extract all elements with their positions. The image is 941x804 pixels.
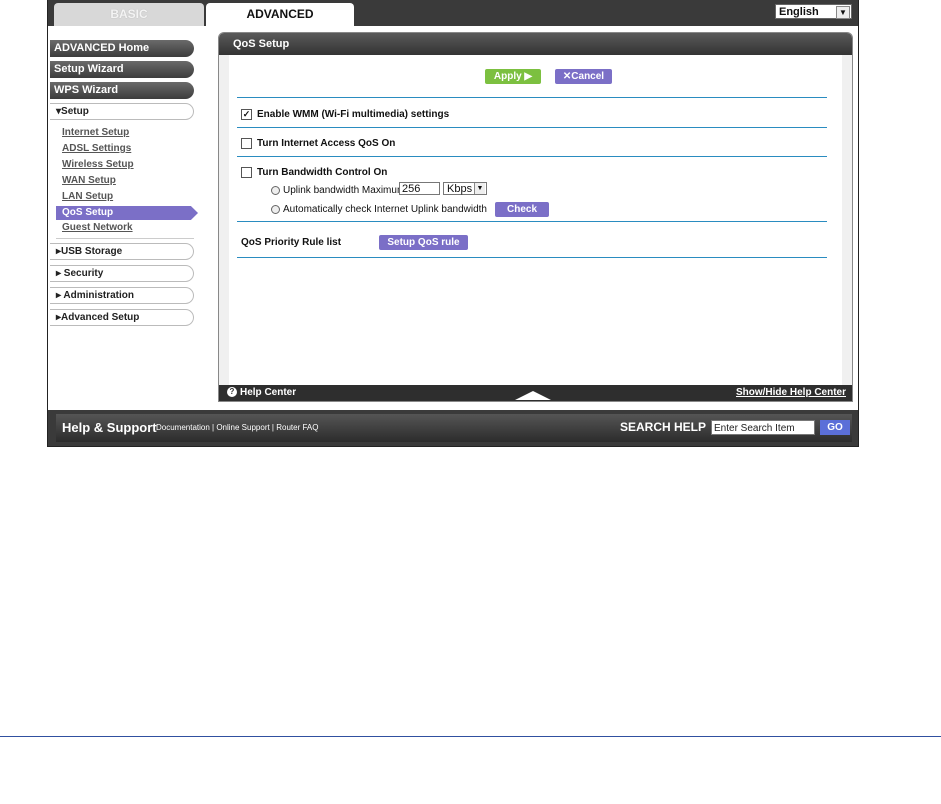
language-value: English <box>779 6 819 18</box>
sidebar-item-lan-setup[interactable]: LAN Setup <box>62 191 113 202</box>
footer-links[interactable]: Documentation | Online Support | Router … <box>156 423 318 432</box>
sidebar-item-wireless-setup[interactable]: Wireless Setup <box>62 159 134 170</box>
internet-qos-row: Turn Internet Access QoS On <box>241 138 395 149</box>
tab-basic[interactable]: BASIC <box>54 3 204 26</box>
sidebar-item-advanced-home[interactable]: ADVANCED Home <box>50 40 194 57</box>
sidebar-item-internet-setup[interactable]: Internet Setup <box>62 127 129 138</box>
sidebar-section-usb-storage[interactable]: ▸USB Storage <box>50 243 194 260</box>
qos-setup-panel: QoS Setup Apply ▶ ✕Cancel ✓ Enable WMM (W… <box>218 32 853 402</box>
uplink-radio[interactable] <box>271 185 280 195</box>
sidebar-item-wps-wizard[interactable]: WPS Wizard <box>50 82 194 99</box>
sidebar-item-guest-network[interactable]: Guest Network <box>62 222 133 233</box>
sidebar-section-administration[interactable]: ▸ Administration <box>50 287 194 304</box>
page-divider <box>0 736 941 737</box>
help-center-label[interactable]: Help Center <box>240 387 296 398</box>
auto-check-row: Automatically check Internet Uplink band… <box>271 204 487 215</box>
search-input[interactable]: Enter Search Item <box>711 420 815 435</box>
show-hide-help-link[interactable]: Show/Hide Help Center <box>736 385 846 401</box>
sidebar-section-security[interactable]: ▸ Security <box>50 265 194 282</box>
sidebar-item-wan-setup[interactable]: WAN Setup <box>62 175 116 186</box>
chevron-down-icon: ▼ <box>836 6 850 19</box>
wmm-row: ✓ Enable WMM (Wi-Fi multimedia) settings <box>241 109 449 120</box>
internet-qos-checkbox[interactable] <box>241 138 252 149</box>
divider <box>237 257 827 258</box>
language-select[interactable]: English ▼ <box>775 4 852 19</box>
cancel-button[interactable]: ✕Cancel <box>555 69 612 84</box>
sidebar-item-adsl-settings[interactable]: ADSL Settings <box>62 143 131 154</box>
divider <box>237 127 827 128</box>
auto-check-radio[interactable] <box>271 204 280 214</box>
apply-button[interactable]: Apply ▶ <box>485 69 541 84</box>
help-icon: ? <box>227 387 237 398</box>
divider <box>56 238 194 239</box>
go-button[interactable]: GO <box>820 420 850 435</box>
uplink-row: Uplink bandwidth Maximum <box>271 185 405 196</box>
divider <box>237 97 827 98</box>
help-support-bar: Help & Support Documentation | Online Su… <box>56 414 852 442</box>
tab-advanced[interactable]: ADVANCED <box>206 3 354 26</box>
divider <box>237 221 827 222</box>
bandwidth-control-checkbox[interactable] <box>241 167 252 178</box>
search-help-label: SEARCH HELP <box>620 420 707 434</box>
expand-arrow-icon[interactable] <box>515 391 551 400</box>
help-center-bar: ? Help Center Show/Hide Help Center <box>219 385 852 401</box>
top-tab-bar: BASIC ADVANCED English ▼ <box>48 0 858 26</box>
page-title: QoS Setup <box>219 33 852 55</box>
bandwidth-control-label: Turn Bandwidth Control On <box>257 167 388 179</box>
sidebar-section-setup[interactable]: ▾Setup <box>50 103 194 120</box>
priority-list-label: QoS Priority Rule list <box>241 237 342 248</box>
uplink-unit-value: Kbps <box>447 183 473 195</box>
auto-check-label: Automatically check Internet Uplink band… <box>283 204 487 215</box>
chevron-down-icon: ▼ <box>474 183 485 194</box>
uplink-label: Uplink bandwidth Maximum <box>283 185 406 196</box>
footer: Help & Support Documentation | Online Su… <box>48 410 858 446</box>
internet-qos-label: Turn Internet Access QoS On <box>257 138 396 150</box>
bandwidth-control-row: Turn Bandwidth Control On <box>241 167 387 178</box>
panel-content: Apply ▶ ✕Cancel ✓ Enable WMM (Wi-Fi multi… <box>229 55 842 385</box>
check-button[interactable]: Check <box>495 202 549 217</box>
sidebar-item-qos-setup[interactable]: QoS Setup <box>56 206 198 220</box>
wmm-checkbox[interactable]: ✓ <box>241 109 252 120</box>
uplink-bandwidth-input[interactable]: 256 <box>399 182 440 195</box>
sidebar-section-advanced-setup[interactable]: ▸Advanced Setup <box>50 309 194 326</box>
wmm-label: Enable WMM (Wi-Fi multimedia) settings <box>257 109 450 121</box>
sidebar-item-setup-wizard[interactable]: Setup Wizard <box>50 61 194 78</box>
uplink-unit-select[interactable]: Kbps ▼ <box>443 182 487 195</box>
setup-qos-rule-button[interactable]: Setup QoS rule <box>379 235 468 250</box>
router-admin-window: BASIC ADVANCED English ▼ ADVANCED Home S… <box>47 0 859 447</box>
divider <box>237 156 827 157</box>
help-support-title: Help & Support <box>62 420 157 435</box>
